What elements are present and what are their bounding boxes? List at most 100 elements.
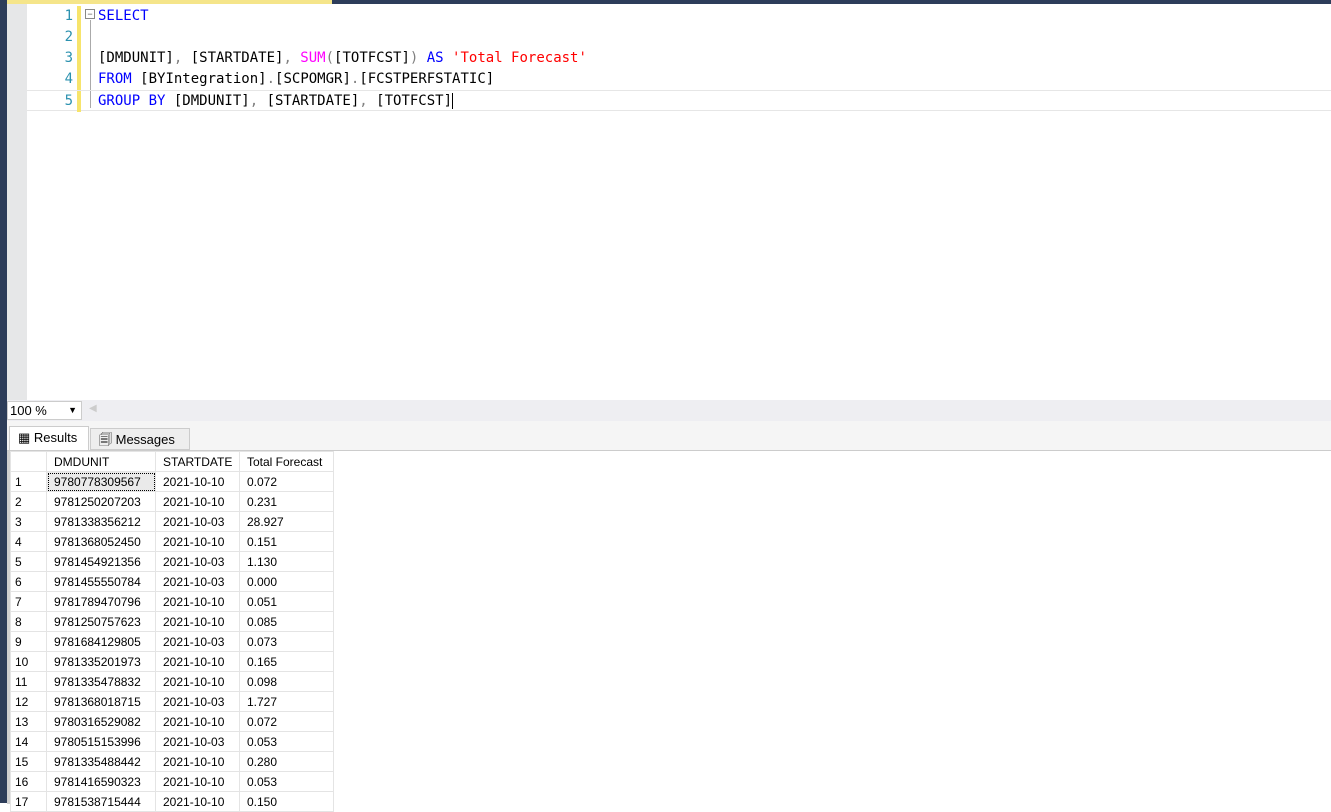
table-cell[interactable]: 2021-10-10 [155,471,240,492]
table-cell[interactable]: 0.151 [239,531,334,552]
row-number[interactable]: 17 [10,791,47,812]
table-cell[interactable]: 9781250757623 [46,611,156,632]
row-number[interactable]: 12 [10,691,47,712]
table-cell[interactable]: 0.072 [239,711,334,732]
table-cell[interactable]: 2021-10-03 [155,631,240,652]
table-cell[interactable]: 9780778309567 [46,471,156,492]
table-cell[interactable]: 9781250207203 [46,491,156,512]
zoom-bar: 100 % ▼ ◀ [7,400,1331,421]
table-cell[interactable]: 2021-10-03 [155,571,240,592]
table-cell[interactable]: 9781368052450 [46,531,156,552]
row-number[interactable]: 1 [10,471,47,492]
table-cell[interactable]: 0.165 [239,651,334,672]
code-token: FROM [98,71,141,87]
code-line[interactable]: 4 FROM [BYIntegration].[SCPOMGR].[FCSTPER… [27,69,1331,90]
results-tabs: ▦ Results 🗐 Messages [7,421,1331,450]
table-cell[interactable]: 9781416590323 [46,771,156,792]
table-cell[interactable]: 0.000 [239,571,334,592]
table-cell[interactable]: 2021-10-10 [155,651,240,672]
code-line[interactable]: 3 [DMDUNIT], [STARTDATE], SUM([TOTFCST]) … [27,48,1331,69]
table-cell[interactable]: 2021-10-10 [155,531,240,552]
table-cell[interactable]: 9781338356212 [46,511,156,532]
row-number[interactable]: 5 [10,551,47,572]
table-row: 6 9781455550784 2021-10-03 0.000 [10,571,334,592]
code-token: [SCPOMGR] [275,71,351,87]
table-cell[interactable]: 2021-10-10 [155,671,240,692]
row-number[interactable]: 6 [10,571,47,592]
table-cell[interactable]: 2021-10-03 [155,691,240,712]
row-number[interactable]: 15 [10,751,47,772]
table-cell[interactable]: 9781538715444 [46,791,156,812]
table-cell[interactable]: 2021-10-10 [155,611,240,632]
table-cell[interactable]: 2021-10-03 [155,551,240,572]
table-cell[interactable]: 9781335488442 [46,751,156,772]
row-number[interactable]: 2 [10,491,47,512]
table-cell[interactable]: 2021-10-10 [155,711,240,732]
row-number[interactable]: 8 [10,611,47,632]
column-header[interactable]: Total Forecast [239,451,334,472]
table-cell[interactable]: 9781789470796 [46,591,156,612]
table-cell[interactable]: 0.053 [239,731,334,752]
table-cell[interactable]: 9781335201973 [46,651,156,672]
table-cell[interactable]: 2021-10-10 [155,751,240,772]
table-cell[interactable]: 9781455550784 [46,571,156,592]
code-token: ( [325,50,335,66]
table-cell[interactable]: 0.280 [239,751,334,772]
corner-cell[interactable] [10,451,47,472]
zoom-select[interactable]: 100 % ▼ [7,401,82,420]
table-row: 3 9781338356212 2021-10-03 28.927 [10,511,334,532]
column-header[interactable]: STARTDATE [155,451,240,472]
change-marker [77,27,81,48]
code-line[interactable]: 5 GROUP BY [DMDUNIT], [STARTDATE], [TOTFC… [27,90,1331,112]
table-cell[interactable]: 28.927 [239,511,334,532]
row-number[interactable]: 16 [10,771,47,792]
table-cell[interactable]: 2021-10-03 [155,731,240,752]
table-cell[interactable]: 1.130 [239,551,334,572]
code-token: [TOTFCST] [376,93,453,109]
code-token: [STARTDATE] [266,93,360,109]
row-number[interactable]: 14 [10,731,47,752]
row-number[interactable]: 11 [10,671,47,692]
change-marker [77,69,81,90]
table-cell[interactable]: 2021-10-10 [155,491,240,512]
row-number[interactable]: 3 [10,511,47,532]
code-token: [STARTDATE] [190,50,284,66]
code-line[interactable]: 1 SELECT [27,6,1331,27]
table-cell[interactable]: 2021-10-10 [155,791,240,812]
tab-results[interactable]: ▦ Results [9,426,89,450]
table-cell[interactable]: 0.231 [239,491,334,512]
code-line[interactable]: 2 [27,27,1331,48]
code-token: SELECT [98,8,149,24]
table-cell[interactable]: 2021-10-10 [155,771,240,792]
table-row: 5 9781454921356 2021-10-03 1.130 [10,551,334,572]
row-number[interactable]: 13 [10,711,47,732]
column-header[interactable]: DMDUNIT [46,451,156,472]
table-cell[interactable]: 2021-10-03 [155,511,240,532]
line-number: 2 [64,29,73,45]
table-cell[interactable]: 9780316529082 [46,711,156,732]
table-cell[interactable]: 0.051 [239,591,334,612]
table-cell[interactable]: 0.085 [239,611,334,632]
table-cell[interactable]: 9781368018715 [46,691,156,712]
row-number[interactable]: 10 [10,651,47,672]
table-cell[interactable]: 1.727 [239,691,334,712]
table-cell[interactable]: 0.150 [239,791,334,812]
table-cell[interactable]: 0.053 [239,771,334,792]
scroll-left-icon[interactable]: ◀ [89,403,97,414]
table-cell[interactable]: 9781454921356 [46,551,156,572]
query-editor[interactable]: − 1 SELECT 2 3 [DMDUNIT], [STARTDATE], SUM([… [27,4,1331,400]
table-cell[interactable]: 0.073 [239,631,334,652]
table-cell[interactable]: 0.072 [239,471,334,492]
row-number[interactable]: 9 [10,631,47,652]
tab-messages[interactable]: 🗐 Messages [90,428,190,450]
table-cell[interactable]: 9781335478832 [46,671,156,692]
table-cell[interactable]: 9781684129805 [46,631,156,652]
code-token: SUM [300,50,326,66]
table-cell[interactable]: 0.098 [239,671,334,692]
line-number: 5 [64,93,73,109]
table-cell[interactable]: 9780515153996 [46,731,156,752]
row-number[interactable]: 4 [10,531,47,552]
table-row: 7 9781789470796 2021-10-10 0.051 [10,591,334,612]
table-cell[interactable]: 2021-10-10 [155,591,240,612]
row-number[interactable]: 7 [10,591,47,612]
